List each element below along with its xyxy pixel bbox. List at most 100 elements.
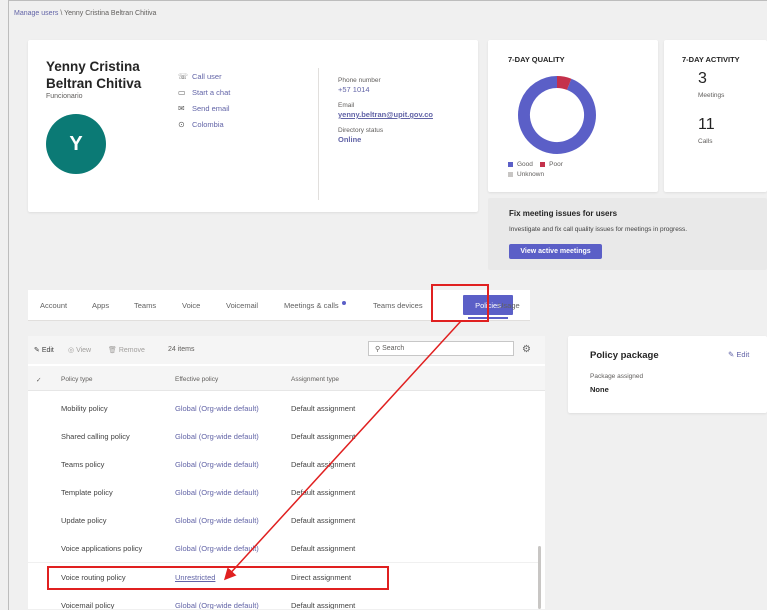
assignment-type-cell: Direct assignment: [291, 573, 352, 582]
assignment-type-cell: Default assignment: [291, 488, 356, 497]
policy-type-cell: Voicemail policy: [61, 601, 115, 609]
assignment-type-cell: Default assignment: [291, 516, 356, 525]
table-row[interactable]: Voice routing policy Unrestricted Direct a…: [28, 563, 538, 592]
search-icon: ⚲: [375, 345, 383, 353]
email-label: Email: [338, 102, 355, 109]
table-row[interactable]: Template policy Global (Org-wide default)…: [28, 478, 538, 507]
search-placeholder: Search: [382, 345, 405, 352]
divider: [318, 68, 319, 200]
effective-policy-link[interactable]: Global (Org-wide default): [175, 544, 259, 553]
tab-usage[interactable]: Usage: [498, 301, 520, 310]
item-count: 24 items: [168, 346, 195, 353]
email-link[interactable]: yenny.beltran@upit.gov.co: [338, 110, 433, 120]
location-icon: ⊙: [178, 119, 185, 129]
policy-package-card: Policy package ✎ Edit Package assigned N…: [568, 336, 767, 413]
view-icon: ◎: [68, 347, 77, 354]
edit-icon: ✎: [34, 347, 42, 354]
call-user-link[interactable]: ☏ Call user: [178, 68, 230, 84]
user-name: Yenny Cristina Beltran Chitiva: [46, 59, 142, 91]
policy-type-cell: Update policy: [61, 516, 107, 525]
scrollbar[interactable]: [538, 546, 541, 609]
phone-number[interactable]: +57 1014: [338, 85, 433, 95]
fix-meeting-card: Fix meeting issues for users Investigate…: [488, 198, 767, 270]
quality-donut-chart: [518, 75, 596, 154]
effective-policy-link[interactable]: Global (Org-wide default): [175, 432, 259, 441]
search-input[interactable]: ⚲ Search: [368, 341, 514, 356]
active-tab-indicator: [468, 317, 508, 319]
policy-type-cell: Teams policy: [61, 460, 105, 469]
table-row[interactable]: Mobility policy Global (Org-wide default)…: [28, 394, 538, 423]
send-email-label: Send email: [192, 103, 230, 113]
package-edit-button[interactable]: ✎ Edit: [728, 350, 749, 359]
legend-unknown: Unknown: [508, 171, 544, 178]
package-assigned-label: Package assigned: [590, 373, 644, 380]
meetings-count: 3: [698, 70, 707, 87]
tab-voice[interactable]: Voice: [182, 301, 200, 310]
tab-teams[interactable]: Teams: [134, 301, 156, 310]
table-row[interactable]: Update policy Global (Org-wide default) De…: [28, 506, 538, 535]
breadcrumb-current: Yenny Cristina Beltran Chitiva: [64, 10, 157, 17]
location-link[interactable]: ⊙ Colombia: [178, 116, 230, 132]
effective-policy-link[interactable]: Global (Org-wide default): [175, 516, 259, 525]
activity-card: 7-DAY ACTIVITY 3 Meetings 11 Calls: [664, 40, 767, 192]
activity-title: 7-DAY ACTIVITY: [682, 55, 740, 64]
calls-count: 11: [698, 116, 715, 133]
assignment-type-cell: Default assignment: [291, 544, 356, 553]
header-effective-policy[interactable]: Effective policy: [175, 376, 218, 383]
edit-button[interactable]: ✎ Edit: [34, 346, 54, 354]
header-assignment-type[interactable]: Assignment type: [291, 376, 339, 383]
meetings-label: Meetings: [698, 92, 725, 99]
directory-status: Online: [338, 135, 362, 144]
remove-button[interactable]: 🗑 Remove: [108, 346, 145, 354]
package-assigned-value: None: [590, 385, 609, 394]
breadcrumb: Manage users \ Yenny Cristina Beltran Ch…: [14, 10, 156, 17]
table-toolbar: ✎ Edit ◎ View 🗑 Remove 24 items ⚲ Search…: [28, 336, 545, 364]
view-active-meetings-button[interactable]: View active meetings: [509, 244, 602, 259]
table-row[interactable]: Teams policy Global (Org-wide default) Def…: [28, 450, 538, 479]
tab-apps[interactable]: Apps: [92, 301, 109, 310]
table-row[interactable]: Voicemail policy Global (Org-wide default…: [28, 591, 538, 609]
legend-poor: Poor: [540, 161, 563, 168]
header-policy-type[interactable]: Policy type: [61, 376, 92, 383]
assignment-type-cell: Default assignment: [291, 432, 356, 441]
location-label: Colombia: [192, 119, 224, 129]
breadcrumb-manage-users[interactable]: Manage users: [14, 10, 58, 17]
start-chat-link[interactable]: ▭ Start a chat: [178, 84, 230, 100]
call-user-label: Call user: [192, 71, 222, 81]
effective-policy-link[interactable]: Unrestricted: [175, 573, 215, 582]
policy-type-cell: Shared calling policy: [61, 432, 130, 441]
select-all-checkbox[interactable]: ✓: [36, 376, 41, 384]
directory-status-label: Directory status: [338, 127, 384, 134]
quality-card: 7-DAY QUALITY Good Poor Unknown: [488, 40, 658, 192]
legend-good: Good: [508, 161, 533, 168]
chat-icon: ▭: [178, 87, 186, 97]
user-role: Funcionario: [46, 93, 83, 100]
view-button[interactable]: ◎ View: [68, 346, 91, 354]
gear-icon[interactable]: ⚙: [522, 344, 531, 355]
policy-type-cell: Template policy: [61, 488, 113, 497]
assignment-type-cell: Default assignment: [291, 404, 356, 413]
avatar: Y: [46, 114, 106, 174]
assignment-type-cell: Default assignment: [291, 460, 356, 469]
send-email-link[interactable]: ✉ Send email: [178, 100, 230, 116]
table-row[interactable]: Voice applications policy Global (Org-wid…: [28, 534, 538, 563]
effective-policy-link[interactable]: Global (Org-wide default): [175, 404, 259, 413]
policy-type-cell: Voice applications policy: [61, 544, 143, 553]
table-row[interactable]: Shared calling policy Global (Org-wide de…: [28, 422, 538, 451]
phone-icon: ☏: [178, 71, 189, 81]
start-chat-label: Start a chat: [192, 87, 231, 97]
mail-icon: ✉: [178, 103, 185, 113]
tab-account[interactable]: Account: [40, 301, 67, 310]
breadcrumb-separator: \: [60, 10, 63, 17]
tab-meetings-calls[interactable]: Meetings & calls: [284, 301, 346, 310]
effective-policy-link[interactable]: Global (Org-wide default): [175, 488, 259, 497]
effective-policy-link[interactable]: Global (Org-wide default): [175, 460, 259, 469]
user-tabs: Account Apps Teams Voice Voicemail Meeti…: [28, 290, 530, 321]
policy-type-cell: Mobility policy: [61, 404, 108, 413]
quality-legend: Good Poor Unknown: [508, 160, 563, 180]
tab-voicemail[interactable]: Voicemail: [226, 301, 258, 310]
policy-package-title: Policy package: [590, 350, 659, 361]
effective-policy-link[interactable]: Global (Org-wide default): [175, 601, 259, 609]
tab-teams-devices[interactable]: Teams devices: [373, 301, 423, 310]
trash-icon: 🗑: [108, 347, 119, 354]
